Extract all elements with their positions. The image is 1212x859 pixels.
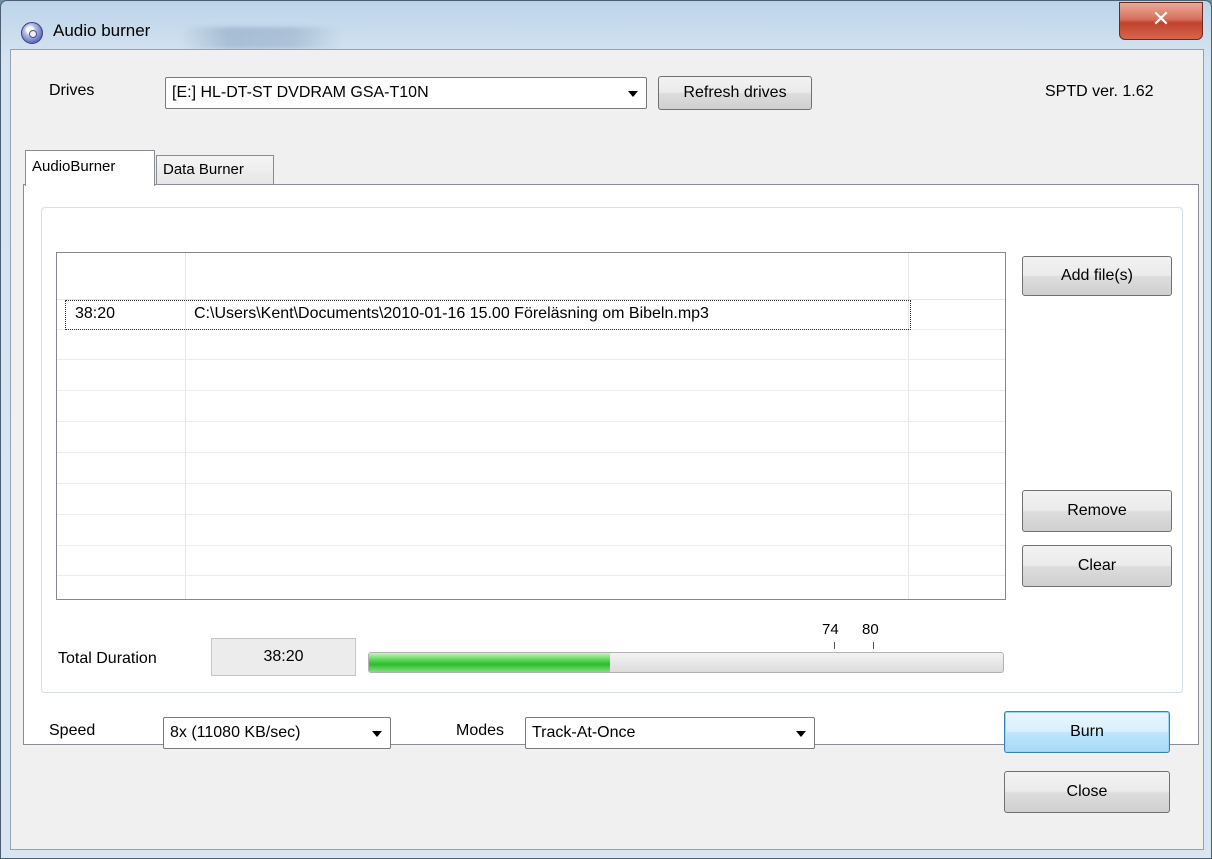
row-divider [57,545,1005,546]
speed-label: Speed [49,722,96,739]
file-list[interactable]: 38:20 C:\Users\Kent\Documents\2010-01-16… [56,252,1006,600]
remove-button[interactable]: Remove [1022,490,1172,532]
table-row[interactable]: 38:20 C:\Users\Kent\Documents\2010-01-16… [65,300,911,330]
row-divider [57,390,1005,391]
chevron-down-icon [628,91,638,97]
chevron-down-icon [372,731,382,737]
drives-selected-value: [E:] HL-DT-ST DVDRAM GSA-T10N [172,84,429,101]
row-divider [57,483,1005,484]
clear-button[interactable]: Clear [1022,545,1172,587]
capacity-progress-bar [368,652,1004,673]
total-duration-value: 38:20 [211,638,356,676]
tab-data-burner[interactable]: Data Burner [156,155,274,185]
row-duration: 38:20 [75,305,116,322]
row-divider [57,575,1005,576]
modes-label: Modes [456,722,505,739]
audio-burner-panel: 38:20 C:\Users\Kent\Documents\2010-01-16… [23,184,1199,745]
burn-button[interactable]: Burn [1004,711,1170,753]
speed-combobox[interactable]: 8x (11080 KB/sec) [163,717,391,749]
row-divider [57,421,1005,422]
audio-burner-window: Audio burner ✕ Drives [E:] HL-DT-ST DVDR… [0,0,1212,859]
close-button[interactable]: Close [1004,771,1170,813]
row-divider [57,452,1005,453]
tab-audio-burner-label: AudioBurner [32,158,116,175]
title-bar[interactable]: Audio burner ✕ [1,1,1211,49]
row-divider [57,359,1005,360]
refresh-drives-button[interactable]: Refresh drives [658,76,812,110]
client-area: Drives [E:] HL-DT-ST DVDRAM GSA-T10N Ref… [10,49,1204,850]
audio-files-group: 38:20 C:\Users\Kent\Documents\2010-01-16… [41,207,1183,693]
row-divider [57,514,1005,515]
drives-combobox[interactable]: [E:] HL-DT-ST DVDRAM GSA-T10N [165,77,647,109]
blurred-title-region [181,27,341,49]
speed-selected-value: 8x (11080 KB/sec) [170,724,301,741]
capacity-tick-80 [873,642,874,649]
row-path: C:\Users\Kent\Documents\2010-01-16 15.00… [194,305,709,322]
add-files-button[interactable]: Add file(s) [1022,256,1172,296]
tab-data-burner-label: Data Burner [163,161,244,178]
cd-audio-icon [21,22,43,44]
modes-combobox[interactable]: Track-At-Once [525,717,815,749]
chevron-down-icon [796,731,806,737]
close-icon: ✕ [1151,7,1171,32]
tab-audio-burner[interactable]: AudioBurner [25,150,155,186]
capacity-marker-74: 74 [822,621,839,638]
total-duration-label: Total Duration [58,650,157,667]
file-list-header [57,253,1005,300]
sptd-version: SPTD ver. 1.62 [1045,83,1154,100]
capacity-progress-fill [369,653,610,672]
drives-label: Drives [49,82,95,99]
modes-selected-value: Track-At-Once [532,724,636,741]
capacity-tick-74 [834,642,835,649]
window-close-button[interactable]: ✕ [1119,2,1203,40]
capacity-marker-80: 80 [862,621,879,638]
window-title: Audio burner [53,21,151,40]
